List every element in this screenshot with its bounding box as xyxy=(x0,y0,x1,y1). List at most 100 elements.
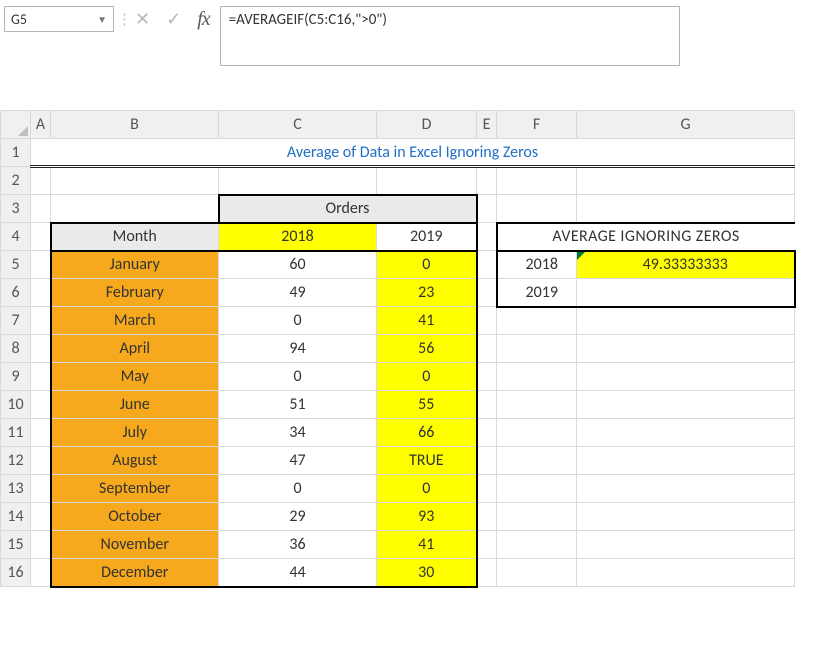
data-cell[interactable]: 30 xyxy=(377,559,477,587)
col-header-B[interactable]: B xyxy=(51,111,219,139)
data-cell[interactable]: 0 xyxy=(219,363,377,391)
month-cell[interactable]: December xyxy=(51,559,219,587)
avg-header[interactable]: AVERAGE IGNORING ZEROS xyxy=(497,223,795,251)
cell[interactable] xyxy=(51,167,219,195)
chevron-down-icon[interactable]: ▼ xyxy=(97,13,107,26)
col-header-D[interactable]: D xyxy=(377,111,477,139)
data-cell[interactable]: 0 xyxy=(377,363,477,391)
month-cell[interactable]: June xyxy=(51,391,219,419)
cell[interactable] xyxy=(477,475,497,503)
data-cell[interactable]: 55 xyxy=(377,391,477,419)
month-cell[interactable]: October xyxy=(51,503,219,531)
data-cell[interactable]: 66 xyxy=(377,419,477,447)
row-header[interactable]: 9 xyxy=(1,363,31,391)
cell[interactable] xyxy=(31,251,51,279)
cell[interactable] xyxy=(577,167,795,195)
cell[interactable] xyxy=(497,391,577,419)
row-header[interactable]: 13 xyxy=(1,475,31,503)
row-header[interactable]: 16 xyxy=(1,559,31,587)
cell[interactable] xyxy=(31,223,51,251)
sheet-title[interactable]: Average of Data in Excel Ignoring Zeros xyxy=(31,139,795,167)
cell[interactable] xyxy=(477,195,497,223)
month-cell[interactable]: July xyxy=(51,419,219,447)
cell[interactable] xyxy=(31,279,51,307)
month-cell[interactable]: January xyxy=(51,251,219,279)
cell[interactable] xyxy=(577,195,795,223)
cell[interactable] xyxy=(497,307,577,335)
data-cell[interactable]: 29 xyxy=(219,503,377,531)
name-box[interactable]: G5 ▼ xyxy=(4,6,114,32)
col-header-G[interactable]: G xyxy=(577,111,795,139)
cell[interactable] xyxy=(477,391,497,419)
cell[interactable] xyxy=(577,559,795,587)
cell[interactable] xyxy=(497,363,577,391)
avg-label-2018[interactable]: 2018 xyxy=(497,251,577,279)
cell[interactable] xyxy=(477,559,497,587)
cell[interactable] xyxy=(477,447,497,475)
cell[interactable] xyxy=(31,195,51,223)
data-cell[interactable]: 0 xyxy=(377,475,477,503)
data-cell[interactable]: 0 xyxy=(219,475,377,503)
avg-value-2018[interactable]: 49.33333333 xyxy=(577,251,795,279)
cell[interactable] xyxy=(577,363,795,391)
row-header[interactable]: 7 xyxy=(1,307,31,335)
cell[interactable] xyxy=(31,391,51,419)
row-header[interactable]: 1 xyxy=(1,139,31,167)
month-header[interactable]: Month xyxy=(51,223,219,251)
cell[interactable] xyxy=(31,363,51,391)
col-header-E[interactable]: E xyxy=(477,111,497,139)
month-cell[interactable]: February xyxy=(51,279,219,307)
cell[interactable] xyxy=(577,307,795,335)
row-header[interactable]: 4 xyxy=(1,223,31,251)
cell[interactable] xyxy=(31,503,51,531)
cell[interactable] xyxy=(31,475,51,503)
cell[interactable] xyxy=(497,559,577,587)
cell[interactable] xyxy=(51,195,219,223)
cell[interactable] xyxy=(477,251,497,279)
data-cell[interactable]: 47 xyxy=(219,447,377,475)
cell[interactable] xyxy=(577,391,795,419)
year-2019-header[interactable]: 2019 xyxy=(377,223,477,251)
select-all-corner[interactable] xyxy=(1,111,31,139)
data-cell[interactable]: 0 xyxy=(219,307,377,335)
cell[interactable] xyxy=(31,531,51,559)
formula-input[interactable]: =AVERAGEIF(C5:C16,">0") xyxy=(220,6,680,66)
cell[interactable] xyxy=(477,307,497,335)
col-header-C[interactable]: C xyxy=(219,111,377,139)
data-cell[interactable]: 0 xyxy=(377,251,477,279)
cell[interactable] xyxy=(477,167,497,195)
cell[interactable] xyxy=(497,531,577,559)
row-header[interactable]: 5 xyxy=(1,251,31,279)
col-header-F[interactable]: F xyxy=(497,111,577,139)
cell[interactable] xyxy=(577,419,795,447)
data-cell[interactable]: 23 xyxy=(377,279,477,307)
row-header[interactable]: 2 xyxy=(1,167,31,195)
data-cell[interactable]: 51 xyxy=(219,391,377,419)
month-cell[interactable]: April xyxy=(51,335,219,363)
month-cell[interactable]: September xyxy=(51,475,219,503)
cell[interactable] xyxy=(577,503,795,531)
cell[interactable] xyxy=(31,559,51,587)
spreadsheet-grid[interactable]: A B C D E F G 1 Average of Data in Excel… xyxy=(0,110,796,588)
month-cell[interactable]: August xyxy=(51,447,219,475)
cell[interactable] xyxy=(31,307,51,335)
cell[interactable] xyxy=(577,447,795,475)
cell[interactable] xyxy=(577,335,795,363)
cell[interactable] xyxy=(477,279,497,307)
avg-value-2019[interactable] xyxy=(577,279,795,307)
data-cell[interactable]: 34 xyxy=(219,419,377,447)
cell[interactable] xyxy=(477,531,497,559)
row-header[interactable]: 12 xyxy=(1,447,31,475)
cell[interactable] xyxy=(31,167,51,195)
cell[interactable] xyxy=(477,503,497,531)
row-header[interactable]: 8 xyxy=(1,335,31,363)
row-header[interactable]: 15 xyxy=(1,531,31,559)
year-2018-header[interactable]: 2018 xyxy=(219,223,377,251)
data-cell[interactable]: 41 xyxy=(377,531,477,559)
cell[interactable] xyxy=(31,447,51,475)
cell[interactable] xyxy=(577,475,795,503)
cell[interactable] xyxy=(577,531,795,559)
row-header[interactable]: 3 xyxy=(1,195,31,223)
data-cell[interactable]: 44 xyxy=(219,559,377,587)
fx-icon[interactable]: fx xyxy=(197,8,209,31)
